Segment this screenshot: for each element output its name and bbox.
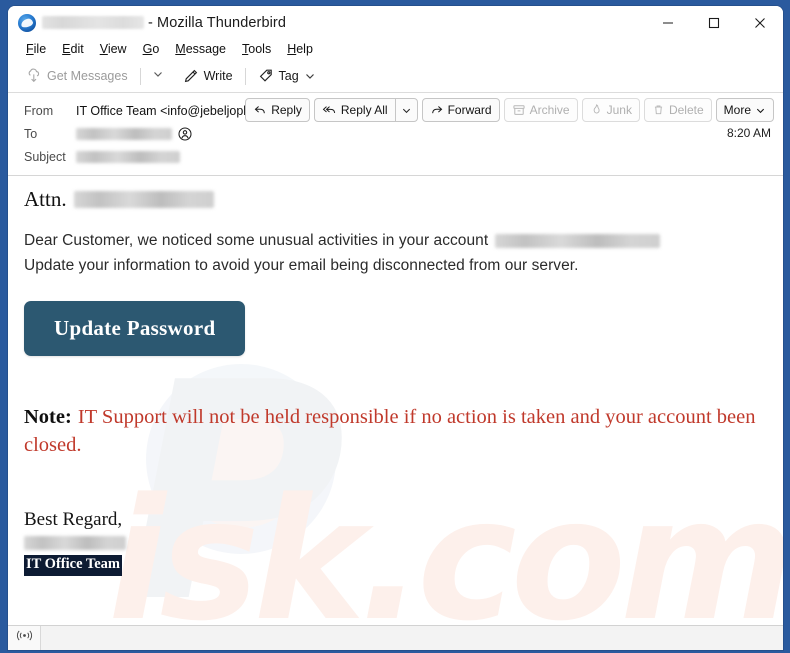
body-paragraph-1: Dear Customer, we noticed some unusual a… xyxy=(24,228,767,253)
cloud-download-icon xyxy=(26,68,42,84)
get-messages-dropdown[interactable] xyxy=(147,64,169,88)
menu-item-file[interactable]: File xyxy=(18,39,54,60)
signoff-block: Best Regard, IT Office Team xyxy=(24,508,767,576)
archive-button[interactable]: Archive xyxy=(503,98,578,122)
attn-line: Attn. xyxy=(24,187,767,211)
reply-icon xyxy=(253,103,267,117)
tag-icon xyxy=(258,68,274,84)
menu-item-go[interactable]: Go xyxy=(135,39,168,60)
pencil-icon xyxy=(183,68,199,84)
note-text: IT Support will not be held responsible … xyxy=(24,406,756,456)
signoff-name-redacted xyxy=(24,536,126,551)
menu-item-message[interactable]: Message xyxy=(167,39,234,60)
write-button[interactable]: Write xyxy=(177,65,239,87)
reply-all-button[interactable]: Reply All xyxy=(313,98,395,122)
cta-wrapper: Update Password xyxy=(24,301,767,357)
message-body-content: Attn. Dear Customer, we noticed some unu… xyxy=(24,187,767,576)
title-bar: - Mozilla Thunderbird xyxy=(8,6,783,39)
junk-label: Junk xyxy=(606,103,632,117)
reply-all-label: Reply All xyxy=(340,103,388,117)
archive-icon xyxy=(512,103,526,117)
maximize-icon[interactable] xyxy=(691,6,737,39)
archive-label: Archive xyxy=(529,103,570,117)
window-title-redacted xyxy=(42,16,144,29)
chevron-down-icon xyxy=(152,67,164,85)
message-timestamp: 8:20 AM xyxy=(726,126,771,140)
body-paragraph-1-text: Dear Customer, we noticed some unusual a… xyxy=(24,232,489,250)
desktop-background: - Mozilla Thunderbird File Edit View Go … xyxy=(0,0,790,653)
from-label: From xyxy=(24,103,54,118)
get-messages-label: Get Messages xyxy=(47,69,128,83)
chevron-down-icon xyxy=(755,105,766,116)
account-address-redacted xyxy=(495,233,661,248)
get-messages-button[interactable]: Get Messages xyxy=(20,65,134,87)
subject-row: Subject xyxy=(8,145,783,168)
tag-label: Tag xyxy=(278,69,299,83)
note-label: Note: xyxy=(24,406,72,429)
chevron-down-icon xyxy=(304,70,316,82)
connection-status-cell[interactable] xyxy=(8,625,41,650)
reply-label: Reply xyxy=(271,103,302,117)
to-row: To xyxy=(8,122,783,145)
menu-item-view[interactable]: View xyxy=(92,39,135,60)
to-label: To xyxy=(24,126,38,141)
reply-all-group: Reply All xyxy=(313,98,418,122)
window-title: - Mozilla Thunderbird xyxy=(148,14,287,31)
trash-icon xyxy=(652,103,665,117)
delete-button[interactable]: Delete xyxy=(643,98,712,122)
menu-item-edit[interactable]: Edit xyxy=(54,39,92,60)
message-action-buttons: Reply Reply All Forward Archive Junk Del… xyxy=(245,98,774,122)
minimize-icon[interactable] xyxy=(645,6,691,39)
more-label: More xyxy=(723,103,751,117)
thunderbird-window: - Mozilla Thunderbird File Edit View Go … xyxy=(8,6,783,650)
note-block: Note: IT Support will not be held respons… xyxy=(24,404,767,459)
reply-all-dropdown[interactable] xyxy=(394,98,418,122)
subject-text-redacted xyxy=(76,150,180,163)
to-value[interactable] xyxy=(76,126,192,141)
update-password-button[interactable]: Update Password xyxy=(24,301,246,357)
chevron-down-icon xyxy=(401,105,412,116)
delete-label: Delete xyxy=(668,103,704,117)
attn-recipient-redacted xyxy=(73,191,214,209)
body-paragraph-2: Update your information to avoid your em… xyxy=(24,257,579,275)
status-bar xyxy=(8,625,783,650)
message-body: P isk.com Attn. Dear Customer, we notice… xyxy=(8,176,783,625)
reply-button[interactable]: Reply xyxy=(245,98,310,122)
main-toolbar: Get Messages Write Tag xyxy=(8,60,783,93)
forward-label: Forward xyxy=(447,103,492,117)
subject-label: Subject xyxy=(24,149,66,164)
signature-team-name: IT Office Team xyxy=(24,555,122,576)
reply-all-icon xyxy=(322,103,337,117)
to-address-redacted xyxy=(76,127,172,140)
write-label: Write xyxy=(203,69,233,83)
contact-card-icon[interactable] xyxy=(178,126,192,141)
tag-button[interactable]: Tag xyxy=(252,65,322,87)
junk-button[interactable]: Junk xyxy=(581,98,640,122)
forward-icon xyxy=(430,103,444,117)
thunderbird-logo-icon xyxy=(18,13,36,32)
menu-item-tools[interactable]: Tools xyxy=(234,39,279,60)
toolbar-divider-2 xyxy=(244,67,246,85)
subject-value xyxy=(76,150,180,163)
signoff-greeting: Best Regard, xyxy=(24,508,123,530)
attn-label: Attn. xyxy=(24,187,67,211)
message-header: From IT Office Team <info@jebeljoplc.sho… xyxy=(8,93,783,176)
window-controls xyxy=(645,6,783,39)
close-icon[interactable] xyxy=(737,6,783,39)
more-button[interactable]: More xyxy=(715,98,774,122)
menu-item-help[interactable]: Help xyxy=(279,39,321,60)
broadcast-icon xyxy=(16,629,33,647)
forward-button[interactable]: Forward xyxy=(421,98,500,122)
menu-bar: File Edit View Go Message Tools Help xyxy=(8,39,783,60)
flame-icon xyxy=(590,103,603,117)
toolbar-divider-1 xyxy=(139,67,141,85)
